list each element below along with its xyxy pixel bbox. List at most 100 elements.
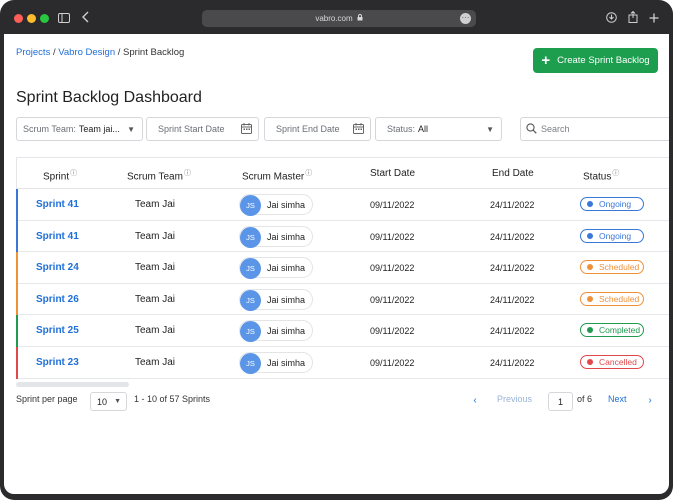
- scrum-team-cell: Team Jai: [135, 325, 176, 337]
- create-sprint-backlog-button[interactable]: + Create Sprint Backlog: [533, 48, 658, 73]
- sprint-link[interactable]: Sprint 24: [36, 262, 79, 273]
- scrum-team-cell: Team Jai: [135, 262, 176, 274]
- page-total: of 6: [577, 394, 593, 404]
- sprint-link[interactable]: Sprint 41: [36, 199, 79, 210]
- breadcrumb-separator: /: [115, 47, 124, 58]
- sprint-end-date-field[interactable]: Sprint End Date: [264, 117, 371, 141]
- page-content: Projects / Vabro Design / Sprint Backlog…: [4, 34, 669, 494]
- more-options-icon[interactable]: ···: [460, 13, 471, 24]
- device-frame: vabro.com ··· Projects / Vabro Design / …: [0, 0, 673, 500]
- column-header-end-date[interactable]: End Date: [492, 168, 534, 179]
- end-date-cell: 24/11/2022: [490, 263, 535, 274]
- table-row[interactable]: Sprint 41 Team Jai JS Jai simha 09/11/2022 24…: [16, 220, 669, 253]
- back-icon[interactable]: [82, 11, 90, 27]
- per-page-select[interactable]: 10 ▼: [90, 392, 127, 411]
- scrum-master-name: Jai simha: [267, 200, 306, 210]
- scrum-master-name: Jai simha: [267, 294, 306, 305]
- search-input[interactable]: [520, 117, 669, 141]
- status-filter-value: All: [418, 124, 429, 134]
- search-icon: [526, 123, 537, 134]
- status-dot-icon: [587, 295, 593, 302]
- scrum-team-filter-label: Scrum Team:: [23, 124, 76, 134]
- table-row[interactable]: Sprint 25 Team Jai JS Jai simha 09/11/2022 24…: [16, 315, 669, 347]
- breadcrumb-vabro-design[interactable]: Vabro Design: [58, 47, 115, 58]
- chevron-left-icon[interactable]: ‹: [468, 395, 482, 406]
- sprint-link[interactable]: Sprint 41: [36, 231, 79, 242]
- calendar-icon: [241, 123, 252, 134]
- start-date-placeholder: Sprint Start Date: [158, 124, 225, 134]
- avatar: JS: [240, 195, 261, 216]
- end-date-cell: 24/11/2022: [490, 294, 535, 305]
- sprint-link[interactable]: Sprint 26: [36, 294, 79, 305]
- scrum-master-chip[interactable]: JS Jai simha: [239, 288, 313, 311]
- avatar: JS: [240, 258, 261, 280]
- close-window-button[interactable]: [14, 14, 23, 23]
- info-icon[interactable]: ⓘ: [184, 170, 191, 177]
- row-status-indicator: [16, 315, 18, 347]
- chevron-down-icon: ▼: [486, 125, 494, 134]
- download-icon[interactable]: [606, 11, 617, 27]
- status-badge: Ongoing: [580, 228, 644, 243]
- avatar: JS: [240, 289, 261, 311]
- row-status-indicator: [16, 189, 18, 221]
- table-row[interactable]: Sprint 26 Team Jai JS Jai simha 09/11/2022 24…: [16, 283, 669, 316]
- start-date-cell: 09/11/2022: [370, 200, 415, 210]
- next-button[interactable]: Next: [608, 394, 627, 404]
- row-status-indicator: [16, 283, 18, 316]
- table-header: Sprintⓘ Scrum Teamⓘ Scrum Masterⓘ Start …: [17, 158, 669, 189]
- sidebar-toggle-icon[interactable]: [58, 11, 70, 27]
- scrum-master-chip[interactable]: JS Jai simha: [239, 320, 313, 343]
- table-row[interactable]: Sprint 23 Team Jai JS Jai simha 09/11/2022 24…: [16, 346, 669, 379]
- scrum-master-chip[interactable]: JS Jai simha: [239, 257, 313, 280]
- end-date-placeholder: Sprint End Date: [276, 124, 340, 134]
- status-badge-label: Scheduled: [599, 262, 640, 273]
- scrum-master-chip[interactable]: JS Jai simha: [239, 225, 313, 248]
- breadcrumb-current: Sprint Backlog: [123, 47, 185, 58]
- page-number-input[interactable]: 1: [548, 392, 573, 411]
- scrum-team-filter[interactable]: Scrum Team: Team jai... ▼: [16, 117, 143, 141]
- avatar: JS: [240, 321, 261, 343]
- end-date-cell: 24/11/2022: [490, 357, 535, 368]
- share-icon[interactable]: [628, 10, 638, 27]
- status-badge: Cancelled: [580, 354, 644, 369]
- zoom-window-button[interactable]: [40, 14, 49, 23]
- scrum-master-name: Jai simha: [267, 326, 306, 337]
- status-badge-label: Ongoing: [599, 230, 632, 241]
- table-body: Sprint 41 Team Jai JS Jai simha 09/11/2022 24…: [16, 189, 669, 379]
- status-dot-icon: [587, 232, 593, 239]
- calendar-icon: [353, 123, 364, 134]
- status-badge-label: Completed: [599, 325, 641, 336]
- column-header-scrum-team[interactable]: Scrum Teamⓘ: [127, 168, 191, 182]
- status-dot-icon: [587, 327, 593, 334]
- column-header-scrum-master[interactable]: Scrum Masterⓘ: [242, 168, 312, 182]
- sprint-start-date-field[interactable]: Sprint Start Date: [146, 117, 259, 141]
- sprint-link[interactable]: Sprint 25: [36, 325, 79, 336]
- horizontal-scrollbar[interactable]: [16, 382, 129, 387]
- table-row[interactable]: Sprint 24 Team Jai JS Jai simha 09/11/2022 24…: [16, 252, 669, 284]
- breadcrumb-projects[interactable]: Projects: [16, 47, 50, 58]
- new-tab-icon[interactable]: [649, 11, 659, 27]
- table-row[interactable]: Sprint 41 Team Jai JS Jai simha 09/11/2022 24…: [16, 189, 669, 221]
- scrum-master-chip[interactable]: JS Jai simha: [239, 194, 313, 216]
- scrum-team-cell: Team Jai: [135, 199, 176, 210]
- previous-button[interactable]: Previous: [497, 394, 532, 404]
- info-icon[interactable]: ⓘ: [305, 170, 312, 177]
- column-header-status[interactable]: Statusⓘ: [583, 168, 619, 182]
- chevron-right-icon[interactable]: ›: [643, 395, 657, 406]
- breadcrumb: Projects / Vabro Design / Sprint Backlog: [16, 47, 184, 58]
- column-header-start-date[interactable]: Start Date: [370, 168, 415, 179]
- scrum-master-name: Jai simha: [267, 231, 306, 242]
- column-header-sprint[interactable]: Sprintⓘ: [43, 168, 77, 182]
- minimize-window-button[interactable]: [27, 14, 36, 23]
- status-dot-icon: [587, 201, 593, 207]
- sprint-link[interactable]: Sprint 23: [36, 357, 79, 368]
- sprint-table: Sprintⓘ Scrum Teamⓘ Scrum Masterⓘ Start …: [16, 157, 669, 379]
- plus-icon: +: [541, 52, 551, 69]
- info-icon[interactable]: ⓘ: [70, 170, 77, 177]
- page-title: Sprint Backlog Dashboard: [16, 89, 202, 106]
- scrum-master-chip[interactable]: JS Jai simha: [239, 351, 313, 374]
- status-filter[interactable]: Status: All ▼: [375, 117, 502, 141]
- info-icon[interactable]: ⓘ: [612, 170, 619, 177]
- address-bar[interactable]: vabro.com ···: [202, 10, 476, 27]
- start-date-cell: 09/11/2022: [370, 294, 415, 305]
